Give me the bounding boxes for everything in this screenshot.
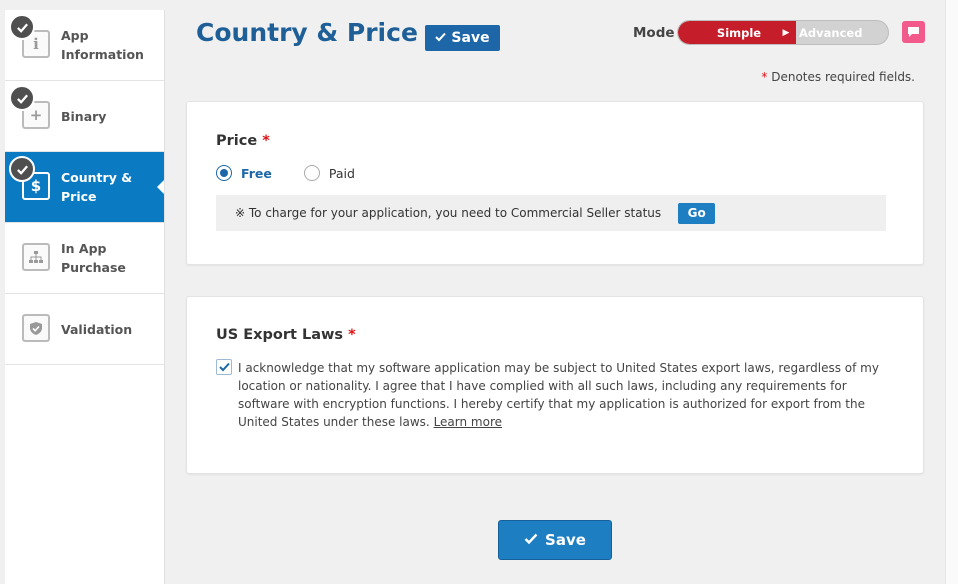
required-note-text: Denotes required fields. bbox=[771, 70, 915, 84]
checkmark-icon bbox=[435, 30, 447, 46]
save-button-bottom-label: Save bbox=[545, 531, 586, 549]
required-asterisk: * bbox=[262, 133, 270, 149]
export-text: I acknowledge that my software applicati… bbox=[238, 361, 879, 429]
radio-free[interactable] bbox=[216, 165, 232, 181]
mode-advanced-option[interactable]: Advanced bbox=[796, 21, 888, 44]
export-acknowledge-checkbox[interactable] bbox=[216, 359, 232, 375]
shield-icon bbox=[22, 314, 50, 342]
price-section: Price * Free Paid ※ To charge for your a… bbox=[186, 101, 924, 265]
sidebar-item-binary[interactable]: + Binary bbox=[5, 81, 164, 152]
export-heading: US Export Laws * bbox=[216, 327, 356, 343]
required-fields-note: * Denotes required fields. bbox=[761, 70, 915, 84]
export-acknowledge-text: I acknowledge that my software applicati… bbox=[238, 359, 893, 431]
save-button[interactable]: Save bbox=[425, 25, 500, 51]
radio-free-label[interactable]: Free bbox=[241, 166, 272, 181]
save-button-bottom[interactable]: Save bbox=[498, 520, 612, 560]
sidebar-item-in-app-purchase[interactable]: In App Purchase bbox=[5, 223, 164, 294]
mode-toggle[interactable]: Simple ▶ Advanced bbox=[677, 20, 889, 45]
learn-more-link[interactable]: Learn more bbox=[434, 415, 502, 429]
required-asterisk: * bbox=[348, 327, 356, 343]
check-circle-icon bbox=[9, 85, 35, 111]
sidebar-item-country-price[interactable]: $ Country & Price bbox=[5, 152, 164, 223]
price-heading: Price * bbox=[216, 133, 270, 149]
check-circle-icon bbox=[9, 156, 35, 182]
sidebar-item-app-information[interactable]: i App Information bbox=[5, 10, 164, 81]
go-button[interactable]: Go bbox=[678, 202, 716, 224]
hierarchy-icon bbox=[22, 243, 50, 271]
page-title: Country & Price bbox=[196, 18, 418, 47]
export-heading-text: US Export Laws bbox=[216, 327, 344, 343]
seller-notice: ※ To charge for your application, you ne… bbox=[216, 195, 886, 231]
check-circle-icon bbox=[9, 14, 35, 40]
sidebar-item-label: App Information bbox=[61, 28, 144, 62]
radio-paid[interactable] bbox=[303, 165, 320, 181]
checkmark-icon bbox=[524, 531, 538, 549]
sidebar-item-validation[interactable]: Validation bbox=[5, 294, 164, 365]
chat-bubble-icon[interactable] bbox=[902, 21, 925, 43]
export-section: US Export Laws * I acknowledge that my s… bbox=[186, 296, 924, 474]
sidebar-item-label: Validation bbox=[61, 321, 133, 337]
sidebar-item-label: Binary bbox=[61, 108, 107, 124]
save-button-label: Save bbox=[451, 30, 490, 46]
scrollbar[interactable] bbox=[945, 0, 958, 584]
price-heading-text: Price bbox=[216, 133, 258, 149]
seller-notice-text: ※ To charge for your application, you ne… bbox=[235, 206, 662, 220]
price-radio-group: Free Paid bbox=[216, 165, 355, 181]
sidebar-item-label: Country & Price bbox=[61, 170, 133, 204]
sidebar: i App Information + Binary $ Country & P… bbox=[5, 10, 165, 584]
radio-paid-label[interactable]: Paid bbox=[329, 166, 355, 181]
required-asterisk: * bbox=[761, 70, 768, 84]
sidebar-item-label: In App Purchase bbox=[61, 241, 126, 275]
mode-label: Mode bbox=[633, 25, 675, 41]
arrow-right-icon: ▶ bbox=[782, 27, 790, 38]
